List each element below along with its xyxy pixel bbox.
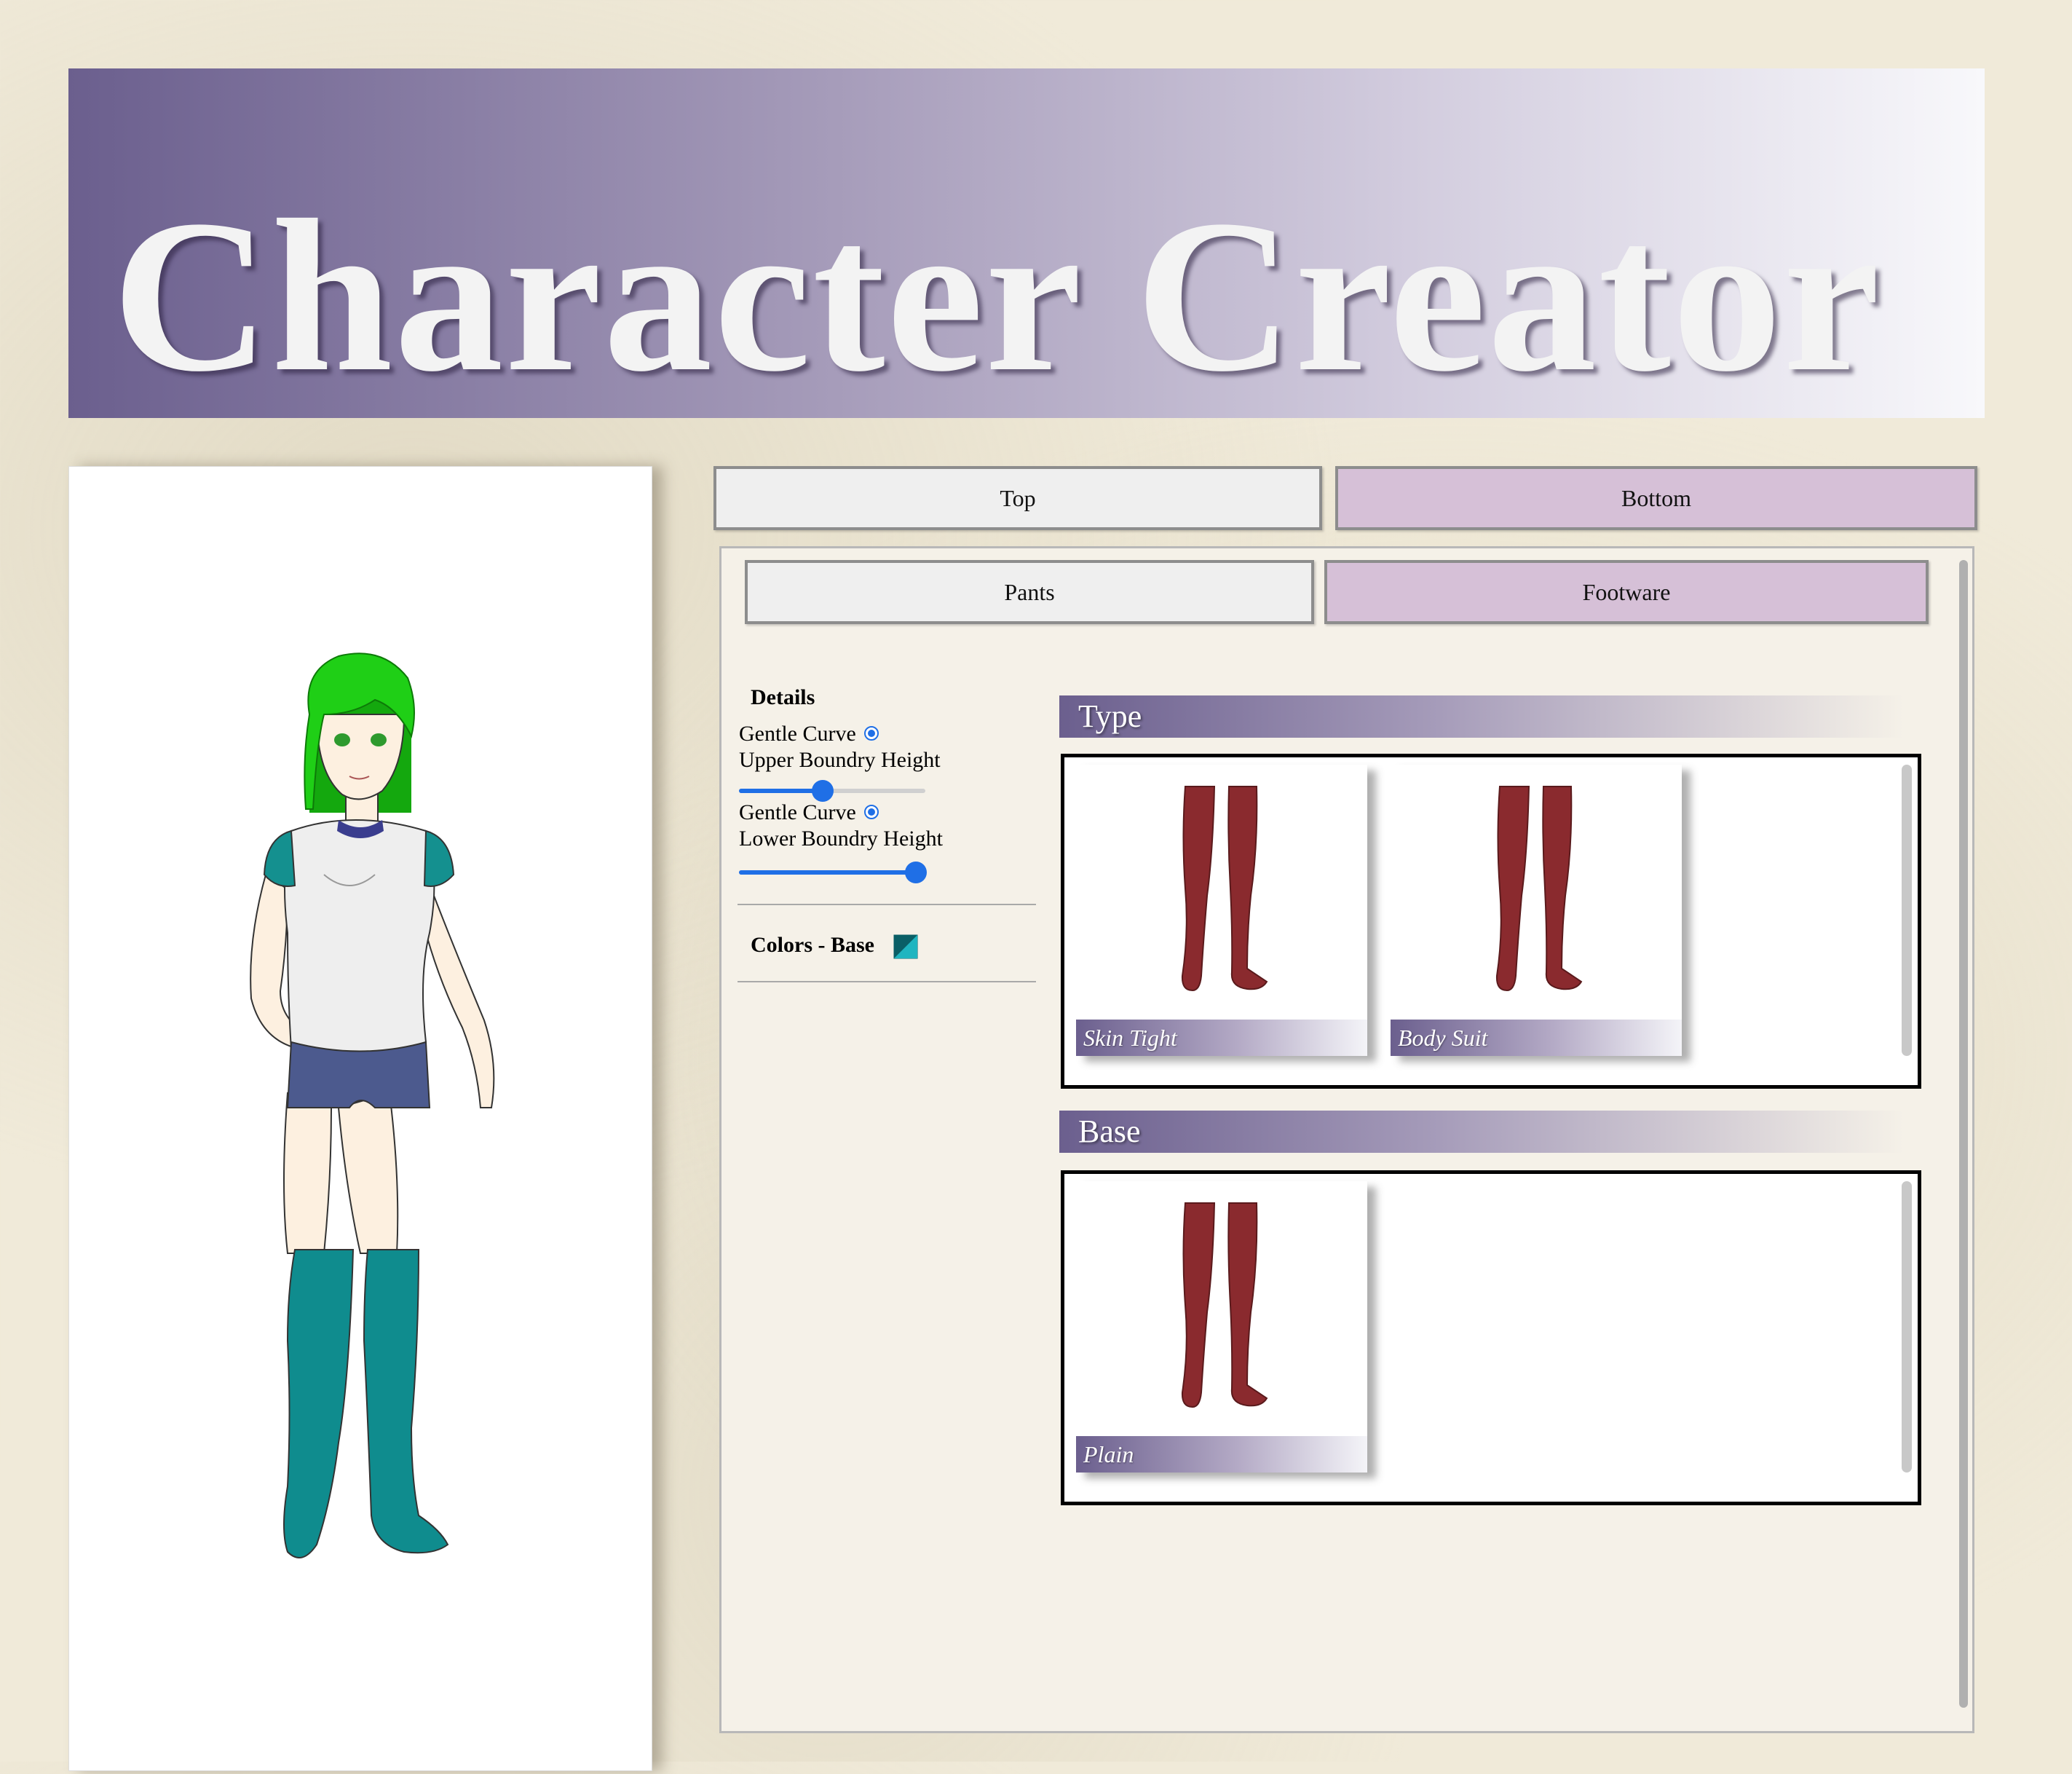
divider	[738, 904, 1036, 905]
tab-top[interactable]: Top	[713, 466, 1322, 530]
lower-curve-radio[interactable]	[864, 805, 879, 819]
character-illustration	[250, 653, 495, 1558]
type-card-body-suit[interactable]: Body Suit	[1391, 765, 1682, 1056]
type-card-skin-tight[interactable]: Skin Tight	[1076, 765, 1367, 1056]
color-swatch-icon[interactable]	[893, 934, 918, 959]
plain-thumbnail	[1181, 1202, 1268, 1408]
panel-scrollbar[interactable]	[1959, 560, 1968, 1708]
type-card-label: Body Suit	[1391, 1020, 1682, 1056]
upper-curve-radio[interactable]	[864, 726, 879, 741]
upper-slider-fill	[739, 789, 823, 793]
options-panel: Pants Footware Details Gentle Curve Uppe…	[719, 546, 1974, 1733]
lower-slider-fill	[739, 870, 917, 875]
upper-boundary-slider[interactable]	[739, 780, 925, 802]
upper-slider-thumb[interactable]	[812, 780, 834, 802]
lower-curve-label: Gentle Curve	[739, 800, 856, 824]
tab-bottom[interactable]: Bottom	[1335, 466, 1977, 530]
upper-curve-label: Gentle Curve	[739, 722, 856, 746]
base-gallery: Plain	[1061, 1170, 1921, 1505]
tab-pants[interactable]: Pants	[745, 560, 1314, 624]
upper-boundary-label: Upper Boundry Height	[739, 748, 941, 772]
lower-boundary-slider[interactable]	[739, 862, 928, 883]
lower-slider-thumb[interactable]	[905, 862, 928, 883]
type-section-header: Type	[1059, 695, 1904, 738]
type-gallery: Skin Tight Body Suit	[1061, 754, 1921, 1089]
base-card-plain[interactable]: Plain	[1076, 1181, 1367, 1473]
body-suit-thumbnail	[1495, 786, 1583, 992]
divider	[738, 981, 1036, 982]
details-title: Details	[751, 685, 815, 709]
type-card-label: Skin Tight	[1076, 1020, 1367, 1056]
tab-footware[interactable]: Footware	[1324, 560, 1929, 624]
base-gallery-scrollbar[interactable]	[1902, 1181, 1912, 1473]
header-banner: Character Creator	[68, 68, 1985, 418]
colors-base-label: Colors - Base	[751, 933, 874, 957]
page-title: Character Creator	[112, 175, 1882, 417]
character-preview	[68, 466, 652, 1771]
skin-tight-thumbnail	[1181, 786, 1268, 992]
base-section-header: Base	[1059, 1111, 1904, 1153]
type-gallery-scrollbar[interactable]	[1902, 765, 1912, 1056]
lower-boundary-label: Lower Boundry Height	[739, 827, 943, 851]
base-card-label: Plain	[1076, 1436, 1367, 1473]
